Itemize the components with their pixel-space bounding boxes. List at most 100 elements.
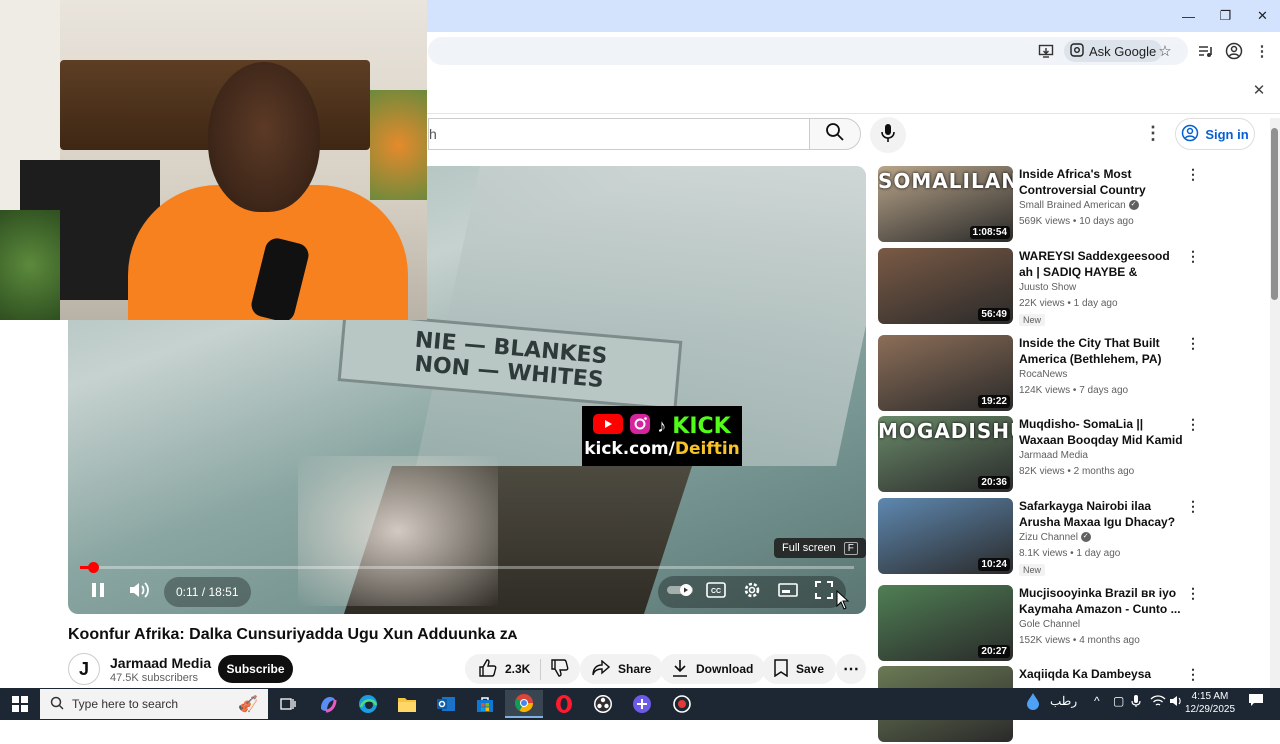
task-view-icon[interactable]	[274, 690, 302, 718]
video-thumbnail[interactable]: MOGADISHU 20:36	[878, 416, 1013, 492]
scrollbar-thumb[interactable]	[1271, 128, 1278, 300]
recommendation-title[interactable]: WAREYSI Saddexgeesood ah | SADIQ HAYBE &…	[1019, 248, 1185, 280]
install-app-icon[interactable]	[1034, 39, 1058, 63]
like-count: 2.3K	[505, 662, 531, 676]
ask-google-label: Ask Google	[1089, 43, 1157, 59]
recommendation-channel[interactable]: RocaNews	[1019, 369, 1067, 380]
recommendation-title[interactable]: Inside the City That Built America (Beth…	[1019, 335, 1185, 367]
recommendation-item[interactable]: 19:22 Inside the City That Built America …	[878, 335, 1270, 413]
progress-bar[interactable]	[80, 562, 854, 573]
like-dislike-group: 2.3K	[465, 654, 580, 684]
recommendation-item[interactable]: SOMALILAND 1:08:54 Inside Africa's Most Co…	[878, 166, 1270, 244]
recommendation-menu-icon[interactable]: ⋮	[1186, 585, 1200, 602]
keyboard-language-label[interactable]: رطب	[1050, 694, 1077, 708]
youtube-settings-menu-icon[interactable]: ⋮	[1141, 121, 1165, 145]
recommendation-channel[interactable]: Small Brained American ✓	[1019, 200, 1139, 211]
recommendation-title[interactable]: Mucjisooyinka Brazil ʙʀ iyo Kaymaha Amaz…	[1019, 585, 1185, 617]
recommendation-channel[interactable]: Gole Channel	[1019, 619, 1080, 630]
video-thumbnail[interactable]: 20:27	[878, 585, 1013, 661]
copilot-icon[interactable]	[314, 690, 342, 718]
recommendation-item[interactable]: 20:27 Mucjisooyinka Brazil ʙʀ iyo Kaymaha…	[878, 585, 1270, 663]
network-icon[interactable]	[1150, 694, 1166, 711]
scrubber-handle[interactable]	[88, 562, 99, 573]
video-thumbnail[interactable]: SOMALILAND 1:08:54	[878, 166, 1013, 242]
taskbar-date: 12/29/2025	[1184, 704, 1236, 715]
video-thumbnail[interactable]: 56:49	[878, 248, 1013, 324]
share-button[interactable]: Share	[580, 654, 664, 684]
duration-badge: 1:08:54	[969, 226, 1010, 239]
microsoft-store-icon[interactable]	[471, 690, 499, 718]
recommendation-menu-icon[interactable]: ⋮	[1186, 335, 1200, 352]
save-button[interactable]: Save	[762, 654, 837, 684]
subscribe-button[interactable]: Subscribe	[218, 655, 293, 683]
recommendation-menu-icon[interactable]: ⋮	[1186, 666, 1200, 683]
recommendation-title[interactable]: Safarkayga Nairobi ilaa Arusha Maxaa Igu…	[1019, 498, 1185, 530]
download-button[interactable]: Download	[660, 654, 766, 684]
search-input[interactable]: h	[428, 118, 809, 150]
settings-button[interactable]	[734, 574, 770, 610]
video-thumbnail[interactable]: 10:24	[878, 498, 1013, 574]
chrome-menu-icon[interactable]: ⋮	[1250, 39, 1274, 63]
streaming-app-icon[interactable]	[628, 690, 656, 718]
autoplay-toggle[interactable]	[662, 574, 698, 610]
windows-start-icon[interactable]	[6, 690, 34, 718]
pause-button[interactable]	[80, 574, 116, 610]
obs-studio-icon[interactable]	[589, 690, 617, 718]
chrome-taskbar-icon[interactable]	[505, 690, 543, 718]
channel-name-label: Small Brained American	[1019, 200, 1126, 211]
recommendation-item[interactable]: 56:49 WAREYSI Saddexgeesood ah | SADIQ HA…	[878, 248, 1270, 326]
recommendation-item[interactable]: MOGADISHU 20:36 Muqdisho- SomaLia || Waxaa…	[878, 416, 1270, 494]
video-thumbnail[interactable]: 19:22	[878, 335, 1013, 411]
like-button[interactable]: 2.3K	[479, 658, 541, 680]
recommendation-meta: 569K views • 10 days ago	[1019, 216, 1134, 227]
more-actions-button[interactable]: ⋯	[836, 654, 866, 684]
bookmark-star-icon[interactable]: ☆	[1153, 39, 1177, 63]
opera-icon[interactable]	[550, 690, 578, 718]
close-window-button[interactable]: ✕	[1244, 0, 1280, 32]
recommendation-menu-icon[interactable]: ⋮	[1186, 498, 1200, 515]
recommendation-menu-icon[interactable]: ⋮	[1186, 416, 1200, 433]
sign-in-button[interactable]: Sign in	[1175, 118, 1255, 150]
minimize-button[interactable]: —	[1170, 0, 1207, 32]
recommendation-title[interactable]: Muqdisho- SomaLia || Waxaan Booqday Mid …	[1019, 416, 1185, 448]
volume-button[interactable]	[122, 574, 158, 610]
infobar-close-icon[interactable]: ✕	[1247, 78, 1271, 102]
recording-app-icon[interactable]	[668, 690, 696, 718]
show-hidden-icons-chevron-icon[interactable]: ^	[1094, 694, 1100, 708]
recommendation-title[interactable]: Xaqiiqda Ka Dambeysa	[1019, 666, 1185, 682]
recommendation-menu-icon[interactable]: ⋮	[1186, 166, 1200, 183]
channel-name-label: Jarmaad Media	[1019, 450, 1088, 461]
media-control-icon[interactable]	[1193, 39, 1217, 63]
microphone-tray-icon[interactable]	[1131, 694, 1141, 711]
channel-avatar[interactable]: J	[68, 653, 100, 685]
captions-button[interactable]: CC	[698, 574, 734, 610]
duration-badge: 56:49	[978, 308, 1010, 321]
outlook-icon[interactable]	[432, 690, 460, 718]
recommendation-channel[interactable]: Zizu Channel ✓	[1019, 532, 1091, 543]
notifications-icon[interactable]	[1248, 693, 1264, 710]
recommendation-item[interactable]: 10:24 Safarkayga Nairobi ilaa Arusha Maxa…	[878, 498, 1270, 576]
thumbnail-text: MOGADISHU	[878, 419, 1013, 443]
channel-name[interactable]: Jarmaad Media	[110, 655, 211, 671]
file-explorer-icon[interactable]	[393, 690, 421, 718]
recommendation-channel[interactable]: Jarmaad Media	[1019, 450, 1088, 461]
voice-search-button[interactable]	[870, 117, 906, 153]
restore-button[interactable]: ❐	[1207, 0, 1244, 32]
profile-icon[interactable]	[1222, 39, 1246, 63]
recommendation-title[interactable]: Inside Africa's Most Controversial Count…	[1019, 166, 1185, 198]
ask-google-button[interactable]: Ask Google	[1064, 40, 1163, 62]
edge-browser-icon[interactable]	[354, 690, 382, 718]
theater-mode-button[interactable]	[770, 574, 806, 610]
channel-name-label: Gole Channel	[1019, 619, 1081, 630]
search-button[interactable]	[809, 118, 861, 150]
meet-now-icon[interactable]: ▢	[1113, 694, 1124, 708]
weather-drop-icon[interactable]	[1026, 692, 1040, 713]
dislike-button[interactable]	[541, 658, 579, 680]
subscriber-count: 47.5K subscribers	[110, 672, 199, 684]
taskbar-clock[interactable]: 4:15 AM 12/29/2025	[1174, 690, 1246, 716]
taskbar-search-input[interactable]: Type here to search 🎻	[40, 689, 268, 719]
recommendation-meta: 82K views • 2 months ago	[1019, 466, 1135, 477]
recommendation-meta: 22K views • 1 day ago	[1019, 298, 1118, 309]
recommendation-menu-icon[interactable]: ⋮	[1186, 248, 1200, 265]
recommendation-channel[interactable]: Juusto Show	[1019, 282, 1076, 293]
